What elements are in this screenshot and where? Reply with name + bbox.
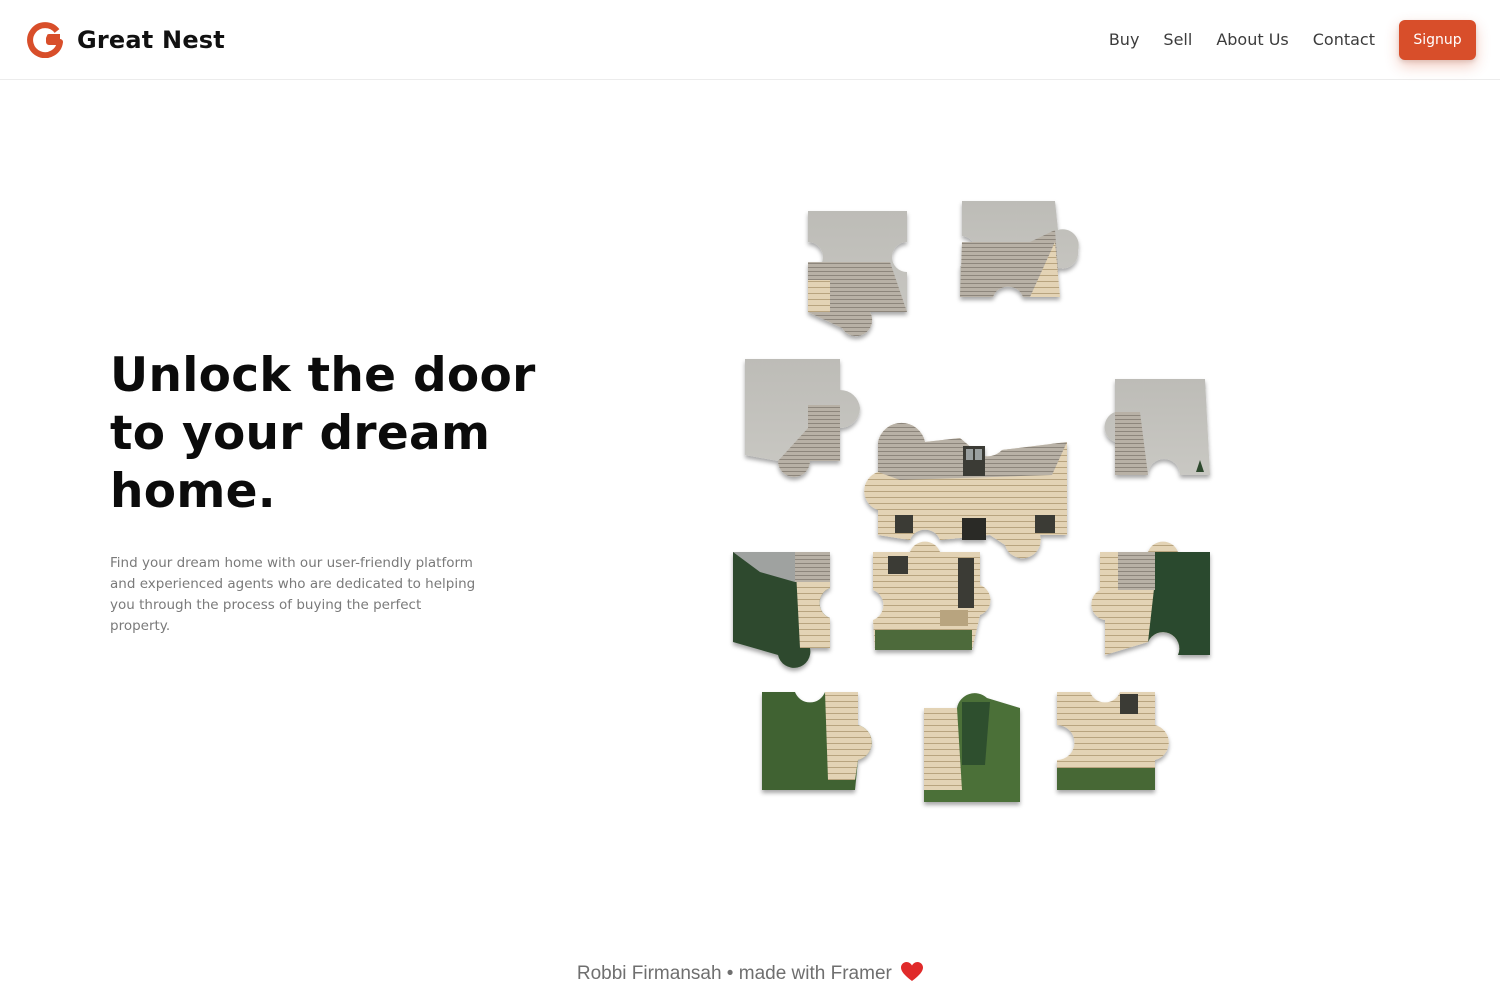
brand-logo[interactable]: Great Nest [27,22,225,58]
heart-icon [901,962,924,981]
puzzle-piece [924,693,1020,802]
puzzle-piece [864,422,1067,559]
footer-text: Robbi Firmansah • made with Framer [576,963,892,984]
nav-contact[interactable]: Contact [1313,30,1375,49]
hero-subtitle: Find your dream home with our user-frien… [110,555,476,634]
puzzle-piece [745,359,860,477]
g-logo-icon [27,22,63,58]
hero-title: Unlock the door to your dream home. [110,348,536,519]
house-puzzle-image [733,201,1210,802]
puzzle-piece [1104,379,1210,475]
main-nav: Buy Sell About Us Contact Signup [1085,0,1500,79]
nav-about-us[interactable]: About Us [1216,30,1288,49]
nav-sell[interactable]: Sell [1163,30,1192,49]
signup-button[interactable]: Signup [1399,19,1476,60]
puzzle-piece [762,692,872,790]
puzzle-piece [1057,692,1169,790]
nav-buy[interactable]: Buy [1109,30,1140,49]
site-header: Great Nest Buy Sell About Us Contact Sig… [0,0,1500,80]
puzzle-piece [960,201,1079,297]
puzzle-piece [1091,541,1210,655]
footer-credit: Robbi Firmansah • made with Framer [0,962,1500,985]
puzzle-piece [808,211,907,337]
brand-name: Great Nest [77,26,225,54]
puzzle-piece [873,541,991,650]
puzzle-piece [733,552,830,668]
